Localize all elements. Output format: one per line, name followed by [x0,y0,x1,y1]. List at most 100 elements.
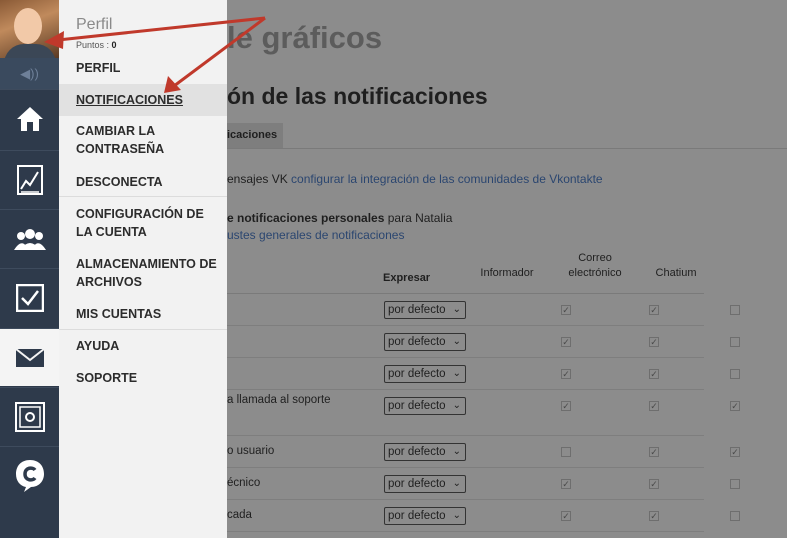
menu-item-label: AYUDA [76,339,120,353]
checkbox-informer[interactable]: ✓ [561,337,571,347]
express-select[interactable]: por defecto ⌄ [384,507,466,525]
table-row: por defecto ⌄ ✓ ✓ [227,358,740,390]
menu-item-desconecta[interactable]: DESCONECTA [59,173,227,191]
express-select[interactable]: por defecto ⌄ [384,443,466,461]
select-value: por defecto [388,510,446,522]
checkbox-informer[interactable]: ✓ [561,305,571,315]
row-label: a llamada al soporte [227,394,331,406]
checkbox-email[interactable]: ✓ [649,447,659,457]
express-select[interactable]: por defecto ⌄ [384,333,466,351]
vk-prefix: ensajes VK [227,172,292,186]
personal-notifications-line: e notificaciones personales para Natalia [227,211,452,225]
chevron-down-icon: ⌄ [452,368,461,379]
menu-item-ayuda[interactable]: AYUDA [59,337,227,355]
chevron-down-icon: ⌄ [452,478,461,489]
checkbox-email[interactable]: ✓ [649,369,659,379]
chevron-down-icon: ⌄ [452,336,461,347]
column-email: Correo electrónico [568,252,622,279]
express-select[interactable]: por defecto ⌄ [384,475,466,493]
menu-item-label: CAMBIAR LA CONTRASEÑA [76,124,165,156]
menu-item-label: DESCONECTA [76,175,163,189]
checkbox-chatium[interactable] [730,305,740,315]
select-value: por defecto [388,368,446,380]
express-select[interactable]: por defecto ⌄ [384,301,466,319]
menu-user-name: Perfil [76,16,113,33]
vk-line: ensajes VK configurar la integración de … [227,172,603,186]
personal-bold: e notificaciones personales [227,211,385,225]
checkbox-email[interactable]: ✓ [649,479,659,489]
checkbox-icon[interactable] [0,268,59,326]
select-value: por defecto [388,446,446,458]
row-label: cada [227,509,252,521]
menu-item-almacenamiento[interactable]: ALMACENAMIENTO DE ARCHIVOS [59,255,219,291]
checkbox-email[interactable]: ✓ [649,337,659,347]
points-label: Puntos : [76,40,110,50]
chat-c-icon[interactable] [0,446,59,504]
menu-item-soporte[interactable]: SOPORTE [59,369,227,387]
menu-item-perfil[interactable]: PERFIL [59,59,227,77]
personal-rest: para Natalia [384,211,453,225]
checkbox-informer[interactable]: ✓ [561,511,571,521]
points-value: 0 [111,40,117,50]
table-row: cada por defecto ⌄ ✓ ✓ [227,500,740,532]
home-icon[interactable] [0,89,59,147]
table-row: por defecto ⌄ ✓ ✓ [227,294,740,326]
checkbox-email[interactable]: ✓ [649,305,659,315]
menu-points: Puntos : 0 [76,40,117,50]
tab-divider [227,148,787,149]
people-icon[interactable] [0,209,59,267]
select-value: por defecto [388,304,446,316]
checkbox-email[interactable]: ✓ [649,511,659,521]
row-label: o usuario [227,445,275,457]
sidebar: ◀)) [0,0,59,538]
speaker-icon[interactable]: ◀)) [0,58,59,89]
select-value: por defecto [388,336,446,348]
menu-item-label: NOTIFICACIONES [76,93,183,107]
general-settings-link[interactable]: ustes generales de notificaciones [227,228,404,242]
menu-item-label: CONFIGURACIÓN DE LA CUENTA [76,207,204,239]
table-row: a llamada al soporte por defecto ⌄ ✓ ✓ ✓ [227,390,740,436]
menu-item-label: PERFIL [76,61,121,75]
select-value: por defecto [388,478,446,490]
select-value: por defecto [388,400,446,412]
chevron-down-icon: ⌄ [452,400,461,411]
chevron-down-icon: ⌄ [452,510,461,521]
express-select[interactable]: por defecto ⌄ [384,365,466,383]
column-express: Expresar [383,272,431,284]
menu-item-mis-cuentas[interactable]: MIS CUENTAS [59,305,227,323]
checkbox-informer[interactable]: ✓ [561,401,571,411]
section-title: ón de las notificaciones [227,83,488,109]
tab-notifications[interactable]: icaciones [227,123,283,148]
checkbox-chatium[interactable]: ✓ [730,447,740,457]
checkbox-email[interactable]: ✓ [649,401,659,411]
mail-icon[interactable] [0,328,59,386]
menu-item-notificaciones[interactable]: NOTIFICACIONES [59,84,227,116]
chart-icon[interactable] [0,150,59,208]
row-label: écnico [227,477,261,489]
menu-divider [59,329,227,330]
chevron-down-icon: ⌄ [452,304,461,315]
checkbox-informer[interactable] [561,447,571,457]
checkbox-chatium[interactable] [730,369,740,379]
menu-item-label: MIS CUENTAS [76,307,162,321]
safe-icon[interactable] [0,387,59,445]
table-row: o usuario por defecto ⌄ ✓ ✓ [227,436,740,468]
menu-item-configuracion-cuenta[interactable]: CONFIGURACIÓN DE LA CUENTA [59,205,209,241]
checkbox-chatium[interactable] [730,511,740,521]
checkbox-chatium[interactable] [730,479,740,489]
avatar[interactable] [0,0,59,58]
menu-item-label: ALMACENAMIENTO DE ARCHIVOS [76,257,217,289]
column-chatium: Chatium [655,267,697,279]
checkbox-chatium[interactable] [730,337,740,347]
profile-menu: Perfil Puntos : 0 PERFIL NOTIFICACIONES … [59,0,227,538]
menu-item-label: SOPORTE [76,371,138,385]
checkbox-informer[interactable]: ✓ [561,479,571,489]
table-row: por defecto ⌄ ✓ ✓ [227,326,740,358]
chevron-down-icon: ⌄ [452,446,461,457]
checkbox-informer[interactable]: ✓ [561,369,571,379]
checkbox-chatium[interactable]: ✓ [730,401,740,411]
table-row: écnico por defecto ⌄ ✓ ✓ [227,468,740,500]
menu-item-cambiar-contrasena[interactable]: CAMBIAR LA CONTRASEÑA [59,122,179,158]
vk-config-link[interactable]: configurar la integración de las comunid… [291,172,603,186]
express-select[interactable]: por defecto ⌄ [384,397,466,415]
